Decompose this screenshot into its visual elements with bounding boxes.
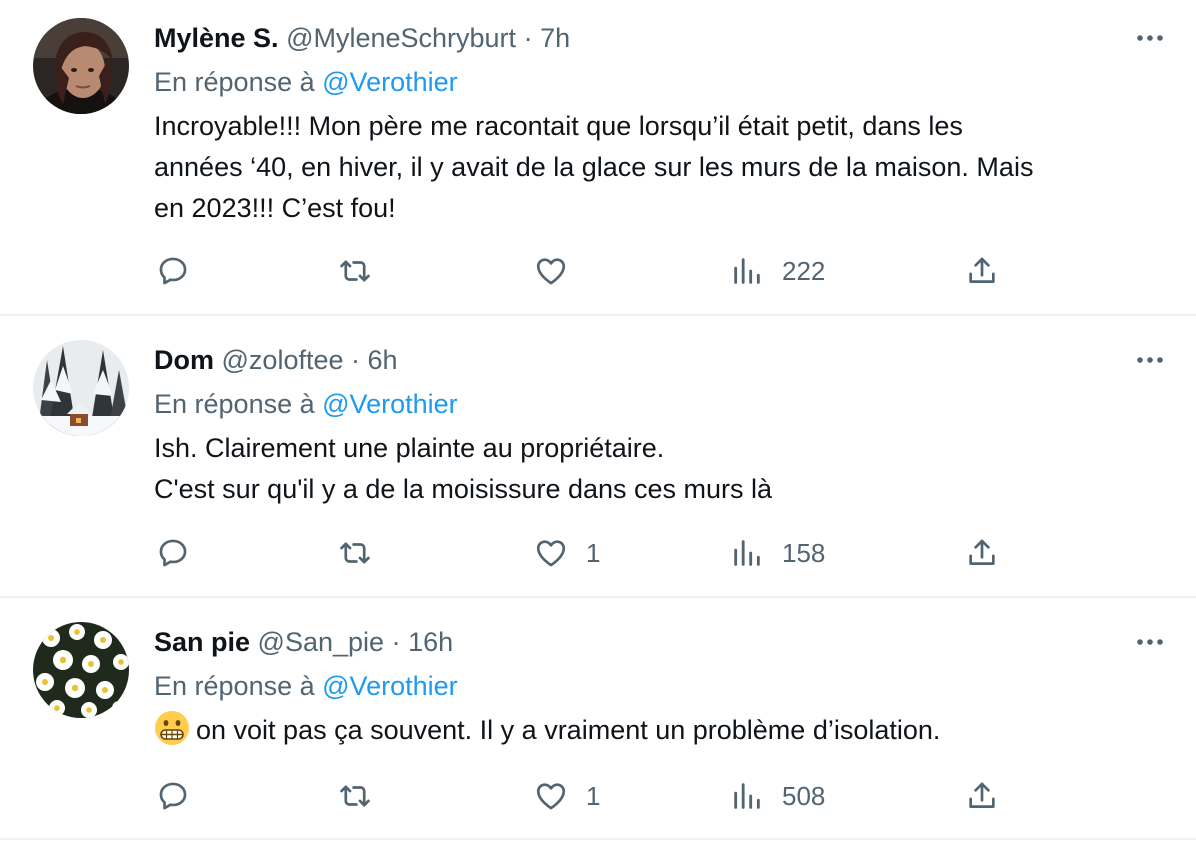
reply-mention-link[interactable]: @Verothier: [322, 389, 457, 419]
tweet-text-line: Incroyable!!! Mon père me racontait que …: [154, 111, 963, 141]
views-button[interactable]: 222: [730, 251, 825, 291]
separator: ·: [391, 627, 401, 657]
more-options-button[interactable]: [1132, 342, 1168, 378]
display-name[interactable]: San pie: [154, 627, 250, 657]
views-count: 222: [782, 255, 826, 286]
separator: ·: [351, 345, 361, 375]
user-handle[interactable]: @San_pie: [258, 627, 385, 657]
user-handle[interactable]: @zoloftee: [222, 345, 344, 375]
views-icon: [734, 783, 760, 809]
reply-mention-link[interactable]: @Verothier: [322, 67, 457, 97]
tweet-header: Mylène S. @MyleneSchryburt · 7h: [154, 18, 570, 58]
tweet-text-line: années ‘40, en hiver, il y avait de la g…: [154, 152, 1034, 182]
reply-context: En réponse à @Verothier: [154, 62, 458, 102]
reply-tweet[interactable]: San pie @San_pie · 16h En réponse à @Ver…: [0, 598, 1196, 840]
heart-icon: [536, 783, 566, 810]
retweet-button[interactable]: [338, 251, 390, 291]
heart-icon: [536, 258, 566, 285]
action-bar: 222: [0, 251, 1196, 291]
share-icon: [969, 257, 995, 283]
more-icon: [1137, 639, 1163, 645]
separator: ·: [523, 23, 533, 53]
heart-icon: [536, 540, 566, 567]
views-count: 158: [782, 537, 826, 568]
avatar[interactable]: [33, 340, 129, 436]
display-name[interactable]: Dom: [154, 345, 214, 375]
timestamp[interactable]: 16h: [408, 627, 453, 657]
more-options-button[interactable]: [1132, 624, 1168, 660]
action-bar: 1 158: [0, 533, 1196, 573]
grimacing-face-emoji: [154, 710, 190, 746]
views-icon: [734, 258, 760, 284]
reply-context: En réponse à @Verothier: [154, 666, 458, 706]
share-icon: [969, 782, 995, 808]
action-bar: 1 508: [0, 776, 1196, 816]
user-handle[interactable]: @MyleneSchryburt: [286, 23, 516, 53]
tweet-text-line: C'est sur qu'il y a de la moisissure dan…: [154, 474, 773, 504]
like-button[interactable]: 1: [534, 776, 600, 816]
reply-prefix: En réponse à: [154, 671, 315, 701]
more-icon: [1137, 357, 1163, 363]
retweet-button[interactable]: [338, 533, 390, 573]
tweet-text-line: Ish. Clairement une plainte au propriéta…: [154, 433, 665, 463]
tweet-text-content: on voit pas ça souvent. Il y a vraiment …: [196, 715, 941, 745]
reply-tweet[interactable]: Dom @zoloftee · 6h En réponse à @Verothi…: [0, 316, 1196, 598]
tweet-text-line: on voit pas ça souvent. Il y a vraiment …: [154, 710, 1164, 751]
reply-icon: [159, 257, 187, 285]
reply-icon: [159, 782, 187, 810]
reply-icon: [159, 539, 187, 567]
timestamp[interactable]: 6h: [368, 345, 398, 375]
display-name[interactable]: Mylène S.: [154, 23, 279, 53]
like-count: 1: [586, 537, 601, 568]
reply-button[interactable]: [156, 533, 208, 573]
reply-prefix: En réponse à: [154, 67, 315, 97]
like-button[interactable]: [534, 251, 586, 291]
reply-context: En réponse à @Verothier: [154, 384, 458, 424]
like-button[interactable]: 1: [534, 533, 600, 573]
views-button[interactable]: 158: [730, 533, 825, 573]
more-options-button[interactable]: [1132, 20, 1168, 56]
retweet-icon: [340, 260, 370, 282]
retweet-icon: [340, 542, 370, 564]
tweet-header: San pie @San_pie · 16h: [154, 622, 453, 662]
views-button[interactable]: 508: [730, 776, 825, 816]
avatar[interactable]: [33, 622, 129, 718]
like-count: 1: [586, 780, 601, 811]
reply-button[interactable]: [156, 251, 208, 291]
share-button[interactable]: [965, 251, 999, 291]
share-button[interactable]: [965, 776, 999, 816]
share-icon: [969, 539, 995, 565]
tweet-text-line: en 2023!!! C’est fou!: [154, 193, 396, 223]
retweet-button[interactable]: [338, 776, 390, 816]
tweet-text: Ish. Clairement une plainte au propriéta…: [154, 428, 1164, 510]
reply-button[interactable]: [156, 776, 208, 816]
share-button[interactable]: [965, 533, 999, 573]
views-count: 508: [782, 780, 826, 811]
tweet-text: on voit pas ça souvent. Il y a vraiment …: [154, 710, 1164, 751]
more-icon: [1137, 35, 1163, 41]
tweet-header: Dom @zoloftee · 6h: [154, 340, 398, 380]
reply-mention-link[interactable]: @Verothier: [322, 671, 457, 701]
avatar[interactable]: [33, 18, 129, 114]
reply-prefix: En réponse à: [154, 389, 315, 419]
tweet-text: Incroyable!!! Mon père me racontait que …: [154, 106, 1164, 229]
views-icon: [734, 540, 760, 566]
timestamp[interactable]: 7h: [540, 23, 570, 53]
retweet-icon: [340, 785, 370, 807]
reply-tweet[interactable]: Mylène S. @MyleneSchryburt · 7h En répon…: [0, 0, 1196, 316]
